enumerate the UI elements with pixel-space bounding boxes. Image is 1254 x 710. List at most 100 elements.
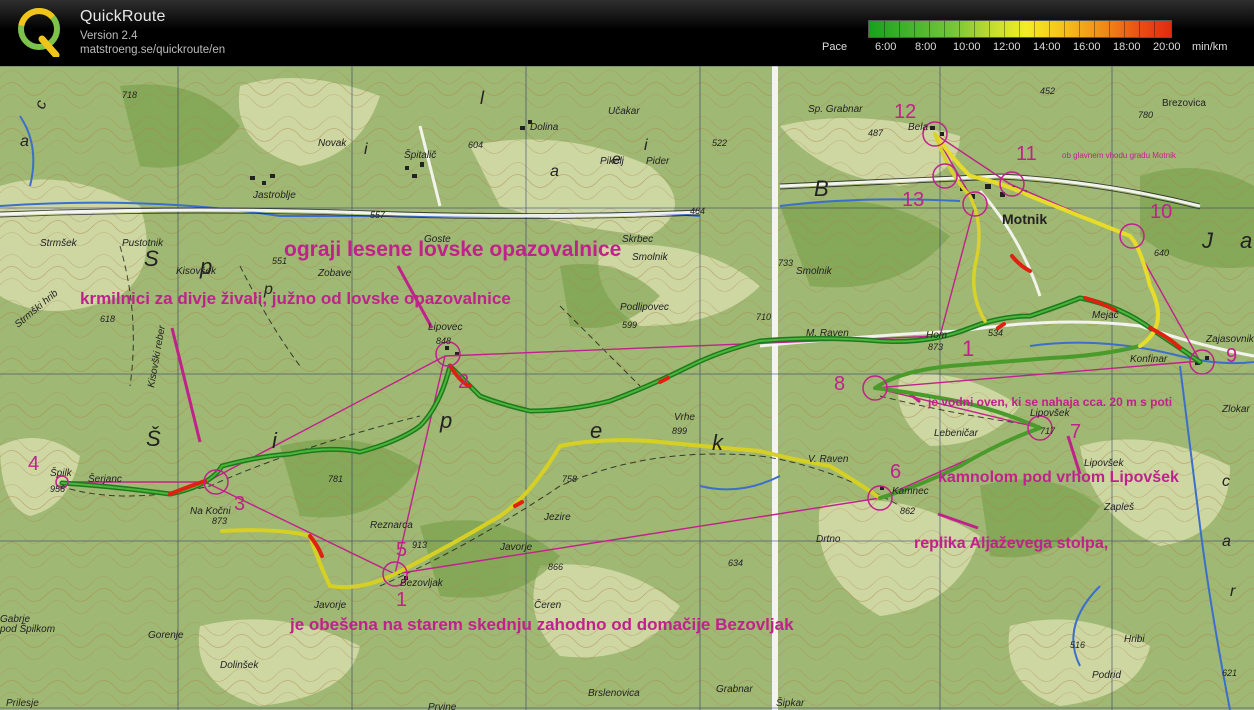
elevation-452: 452 — [1040, 86, 1055, 96]
place-podrid: Podrid — [1092, 670, 1121, 681]
place-prilesje: Prilesje — [6, 698, 39, 709]
place-strmsek: Strmšek — [40, 238, 78, 249]
elevation-913: 913 — [412, 540, 427, 550]
place-jastroblje: Jastroblje — [252, 190, 296, 201]
control-number-2: 2 — [458, 371, 469, 393]
place-vraven: V. Raven — [808, 454, 849, 465]
app-title: QuickRoute — [80, 8, 166, 25]
place-spgrabnar: Sp. Grabnar — [808, 104, 863, 115]
elevation-718: 718 — [122, 90, 137, 100]
place-novak: Novak — [318, 138, 347, 149]
place-skrbec: Skrbec — [622, 234, 653, 245]
pace-tick-18: 18:00 — [1113, 41, 1141, 53]
place-motnik: Motnik — [1002, 211, 1047, 227]
quickroute-logo-icon — [18, 8, 60, 57]
pace-color-scale — [868, 20, 1172, 38]
place-lebenicar: Lebeničar — [934, 428, 979, 439]
place-grabnar: Grabnar — [716, 684, 753, 695]
letter-e2: e — [612, 151, 621, 168]
control-number-11: 11 — [1016, 143, 1037, 165]
elevation-710: 710 — [756, 312, 771, 322]
letter-b: B — [814, 176, 829, 201]
control-number-1: 1 — [396, 589, 407, 611]
control-number-10: 10 — [1150, 201, 1172, 223]
annotation-ograji: ograji lesene lovske opazovalnice — [284, 238, 621, 261]
annotation-replika: replika Aljaževega stolpa, — [914, 535, 1108, 552]
annotation-kamnolom: kamnolom pod vrhom Lipovšek — [938, 469, 1179, 486]
place-gorenje: Gorenje — [148, 630, 184, 641]
letter-k: k — [712, 430, 724, 455]
place-podspilkom: pod Špilkom — [0, 622, 55, 635]
place-mraven: M. Raven — [806, 328, 849, 339]
place-javorje-south: Javorje — [313, 600, 347, 611]
control-number-6: 6 — [890, 461, 901, 483]
letter-c2: c — [1222, 473, 1230, 490]
place-breslenovica: Brslenovica — [588, 688, 640, 699]
control-number-5: 5 — [396, 539, 407, 561]
pace-tick-10: 10:00 — [953, 41, 981, 53]
elevation-618: 618 — [100, 314, 115, 324]
map-canvas[interactable]: Jastroblje Špitalič Novak Dolina Učakar … — [0, 66, 1254, 710]
letter-i1: i — [364, 141, 368, 158]
place-mejac: Mejač — [1092, 310, 1119, 321]
elevation-599: 599 — [622, 320, 637, 330]
pace-tick-12: 12:00 — [993, 41, 1021, 53]
elevation-899: 899 — [672, 426, 687, 436]
app-url[interactable]: matstroeng.se/quickroute/en — [80, 44, 225, 56]
place-spilk: Špilk — [50, 466, 73, 479]
place-prvine: Prvine — [428, 702, 457, 710]
pace-tick-14: 14:00 — [1033, 41, 1061, 53]
pace-label: Pace — [822, 41, 848, 53]
pace-tick-20: 20:00 — [1153, 41, 1181, 53]
place-jezire: Jezire — [543, 512, 571, 523]
control-number-1-label: 1 — [962, 336, 974, 361]
letter-s2: Š — [146, 426, 161, 451]
elevation-640: 640 — [1154, 248, 1169, 258]
elevation-487: 487 — [868, 128, 884, 138]
place-zobave: Zobave — [317, 268, 352, 279]
control-number-13: 13 — [902, 189, 924, 211]
place-pider: Pider — [646, 156, 670, 167]
pace-unit: min/km — [1192, 41, 1228, 53]
elevation-717: 717 — [1040, 426, 1056, 436]
letter-j: J — [1201, 228, 1214, 253]
quickroute-window: QuickRoute Version 2.4 matstroeng.se/qui… — [0, 0, 1254, 710]
elevation-557: 557 — [370, 210, 386, 220]
route-map[interactable]: Jastroblje Špitalič Novak Dolina Učakar … — [0, 66, 1254, 710]
place-hom: Hom — [926, 330, 947, 341]
place-brezovica: Brezovica — [1162, 98, 1206, 109]
place-spitalic: Špitalič — [404, 148, 436, 161]
pace-tick-8: 8:00 — [915, 41, 937, 53]
control-number-4: 4 — [28, 453, 39, 475]
elevation-956: 956 — [50, 484, 65, 494]
elevation-634: 634 — [728, 558, 743, 568]
letter-e: e — [590, 418, 602, 443]
elevation-848: 848 — [436, 336, 451, 346]
elevation-781: 781 — [328, 474, 343, 484]
elevation-862: 862 — [900, 506, 915, 516]
elevation-873: 873 — [928, 342, 943, 352]
place-zajasovnik: Zajasovnik — [1205, 334, 1254, 345]
letter-a: a — [1240, 228, 1252, 253]
place-dolinsek: Dolinšek — [220, 660, 259, 671]
elevation-873-west: 873 — [212, 516, 227, 526]
letter-p2: p — [439, 408, 452, 433]
place-smolnik: Smolnik — [632, 252, 669, 263]
letter-a2: a — [550, 163, 559, 180]
place-sipkar: Šipkar — [776, 696, 805, 709]
elevation-464: 464 — [690, 206, 705, 216]
place-bezovljak: Bezovljak — [400, 578, 444, 589]
place-hribi: Hribi — [1124, 634, 1145, 645]
elevation-534: 534 — [988, 328, 1003, 338]
place-serjanc: Šerjanc — [88, 472, 122, 485]
annotation-vodni: je vodni oven, ki se nahaja cca. 20 m s … — [927, 395, 1172, 409]
place-bela: Bela — [908, 122, 928, 133]
letter-a3: a — [20, 133, 29, 150]
elevation-604: 604 — [468, 140, 483, 150]
elevation-780: 780 — [1138, 110, 1153, 120]
place-smolnik-east: Smolnik — [796, 266, 833, 277]
map-sheet-seam — [772, 66, 778, 710]
letter-i3: i — [644, 137, 648, 154]
pace-tick-6: 6:00 — [875, 41, 897, 53]
control-number-8: 8 — [834, 373, 845, 395]
